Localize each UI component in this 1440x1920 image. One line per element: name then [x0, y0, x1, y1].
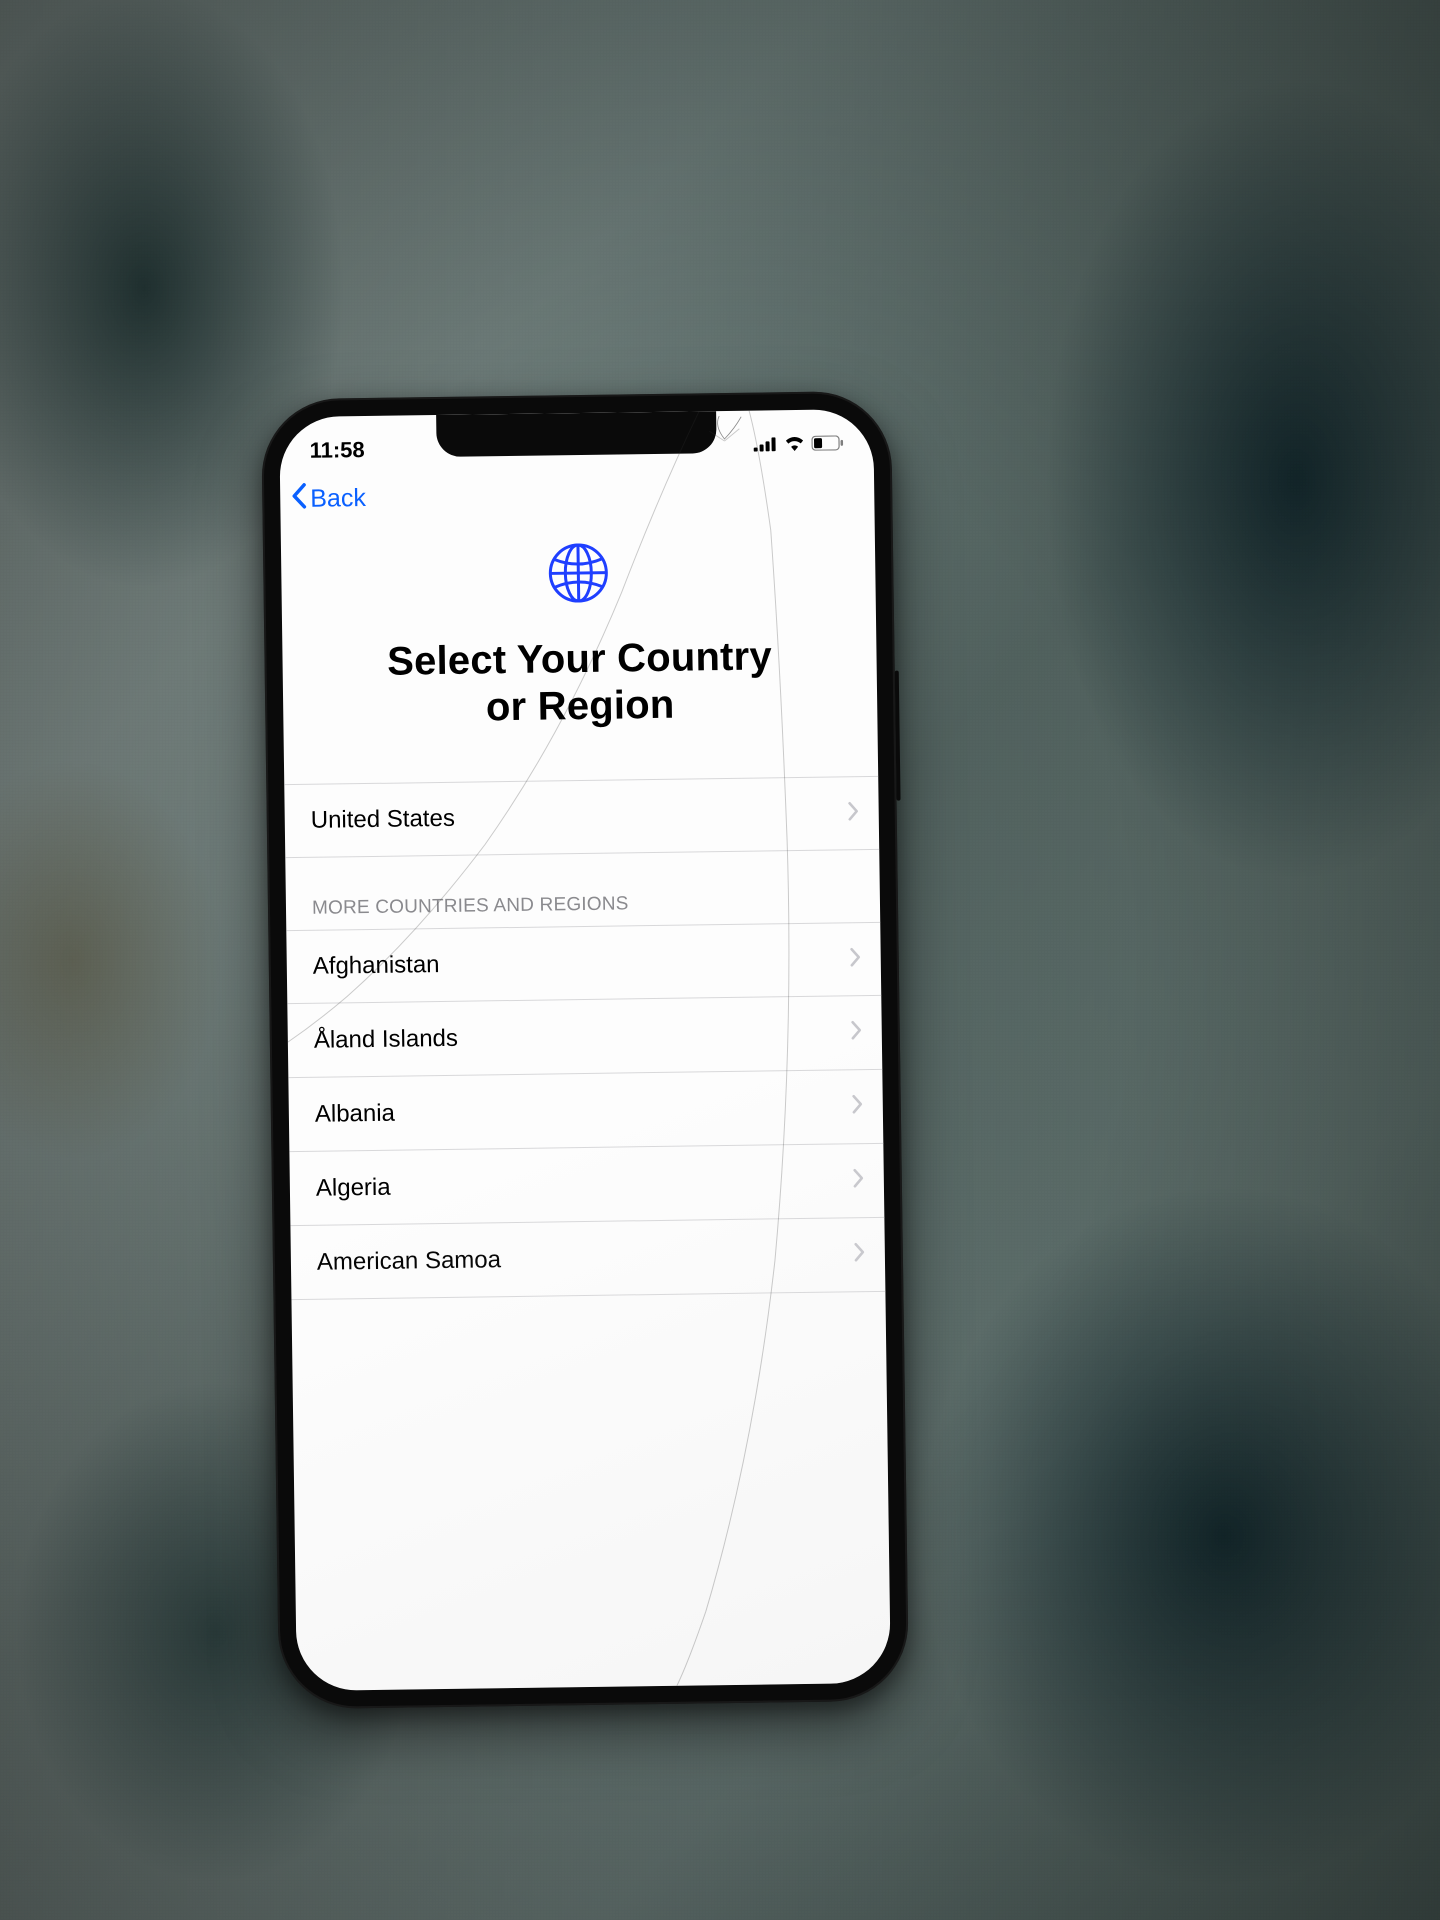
list-item-afghanistan[interactable]: Afghanistan: [286, 922, 881, 1004]
list-item-american-samoa[interactable]: American Samoa: [290, 1218, 885, 1300]
list-item-albania[interactable]: Albania: [288, 1070, 883, 1152]
list-item-label: Algeria: [316, 1174, 391, 1203]
list-item-aland-islands[interactable]: Åland Islands: [287, 996, 882, 1078]
list-item-algeria[interactable]: Algeria: [289, 1144, 884, 1226]
chevron-right-icon: [852, 1095, 863, 1120]
phone-screen: 11:58 Back: [279, 409, 891, 1691]
navigation-bar: Back: [280, 463, 875, 527]
display-notch: [436, 411, 717, 457]
list-item-label: Albania: [315, 1100, 395, 1129]
title-line-1: Select Your Country: [387, 634, 772, 683]
list-item-label: Åland Islands: [314, 1025, 458, 1055]
cellular-icon: [753, 431, 777, 457]
iphone-device: 11:58 Back: [261, 391, 909, 1710]
list-item-united-states[interactable]: United States: [284, 776, 879, 858]
battery-icon: [811, 430, 843, 456]
list-item-label: Afghanistan: [313, 951, 440, 981]
list-item-label: United States: [311, 805, 455, 835]
country-list: United States MORE COUNTRIES AND REGIONS…: [284, 776, 885, 1300]
chevron-right-icon: [850, 947, 861, 972]
wifi-icon: [783, 431, 805, 457]
back-button[interactable]: Back: [290, 481, 366, 517]
chevron-left-icon: [290, 481, 308, 516]
page-title: Select Your Country or Region: [312, 632, 847, 734]
list-item-label: American Samoa: [317, 1246, 501, 1277]
section-header-more: MORE COUNTRIES AND REGIONS: [285, 850, 880, 930]
chevron-right-icon: [851, 1021, 862, 1046]
status-time: 11:58: [309, 437, 364, 464]
chevron-right-icon: [854, 1242, 865, 1267]
status-indicators: [753, 430, 843, 457]
globe-icon: [311, 537, 846, 613]
chevron-right-icon: [848, 801, 859, 826]
hero-section: Select Your Country or Region: [281, 519, 879, 785]
back-label: Back: [310, 484, 366, 514]
title-line-2: or Region: [486, 683, 675, 730]
chevron-right-icon: [853, 1168, 864, 1193]
